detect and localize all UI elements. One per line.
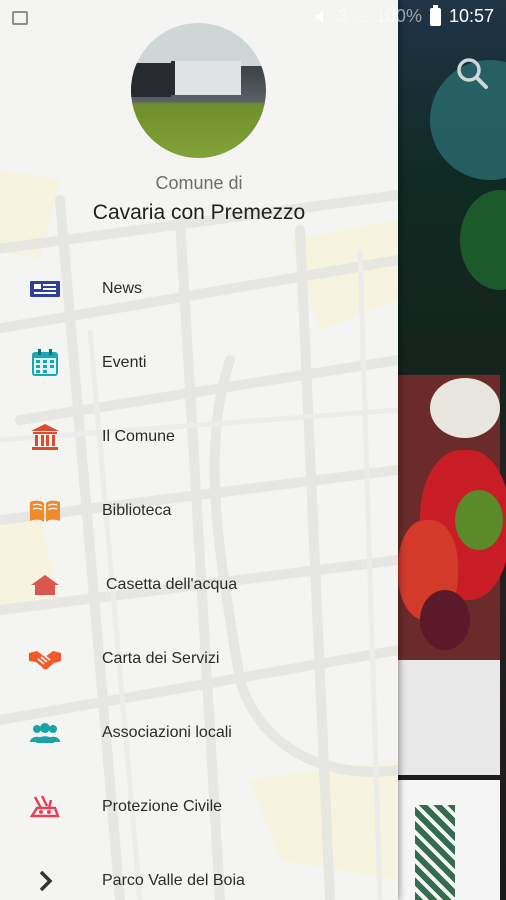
background-image bbox=[460, 190, 506, 290]
menu-item-biblioteca[interactable]: Biblioteca bbox=[0, 474, 398, 548]
clock: 10:57 bbox=[448, 6, 494, 26]
drawer-title: Cavaria con Premezzo bbox=[92, 201, 306, 224]
mute-icon bbox=[315, 10, 323, 23]
menu-item-protezione-civile[interactable]: Protezione Civile bbox=[0, 770, 398, 844]
rescue-icon bbox=[28, 790, 62, 824]
menu-item-label: Eventi bbox=[102, 354, 147, 371]
drawer-subtitle: Comune di bbox=[155, 173, 243, 193]
search-icon[interactable] bbox=[455, 56, 489, 90]
menu-item-label: Il Comune bbox=[102, 428, 175, 445]
navigation-drawer: Comune di Cavaria con Premezzo News Even… bbox=[0, 0, 398, 900]
news-card[interactable] bbox=[398, 660, 500, 775]
plant-image bbox=[415, 805, 455, 900]
signal-text: 3 ... bbox=[337, 6, 368, 26]
menu-item-news[interactable]: News bbox=[0, 252, 398, 326]
menu-item-label: News bbox=[102, 280, 143, 297]
municipality-avatar[interactable] bbox=[131, 23, 266, 158]
calendar-icon bbox=[28, 346, 62, 380]
menu-item-carta-servizi[interactable]: Carta dei Servizi bbox=[0, 622, 398, 696]
menu-item-label: Casetta dell'acqua bbox=[106, 576, 238, 593]
battery-icon bbox=[429, 4, 441, 26]
townhall-icon bbox=[28, 420, 62, 454]
battery-percent: 100% bbox=[375, 6, 422, 26]
menu-item-casetta-acqua[interactable]: Casetta dell'acqua bbox=[0, 548, 398, 622]
book-icon bbox=[28, 494, 62, 528]
vegetable-image bbox=[455, 490, 503, 550]
handshake-icon bbox=[28, 642, 62, 676]
house-icon bbox=[28, 568, 62, 602]
menu-item-label: Associazioni locali bbox=[102, 724, 232, 741]
menu-item-il-comune[interactable]: Il Comune bbox=[0, 400, 398, 474]
building-image bbox=[171, 61, 241, 95]
menu-item-label: Parco Valle del Boia bbox=[102, 872, 245, 889]
menu-item-label: Carta dei Servizi bbox=[102, 650, 220, 667]
building-image bbox=[131, 63, 171, 97]
group-icon bbox=[28, 716, 62, 750]
vegetable-image bbox=[420, 590, 470, 650]
menu-item-associazioni[interactable]: Associazioni locali bbox=[0, 696, 398, 770]
menu-item-label: Protezione Civile bbox=[102, 798, 223, 815]
menu-item-eventi[interactable]: Eventi bbox=[0, 326, 398, 400]
menu-item-label: Biblioteca bbox=[102, 502, 172, 519]
vegetable-image bbox=[430, 378, 500, 438]
image-notification-icon bbox=[12, 11, 28, 25]
menu-item-parco-valle[interactable]: Parco Valle del Boia bbox=[0, 844, 398, 900]
chevron-right-icon bbox=[28, 864, 62, 898]
status-bar-right: 3 ... 100% 10:57 bbox=[314, 4, 494, 27]
newspaper-icon bbox=[28, 272, 62, 306]
status-bar: 3 ... 100% 10:57 bbox=[0, 0, 506, 36]
